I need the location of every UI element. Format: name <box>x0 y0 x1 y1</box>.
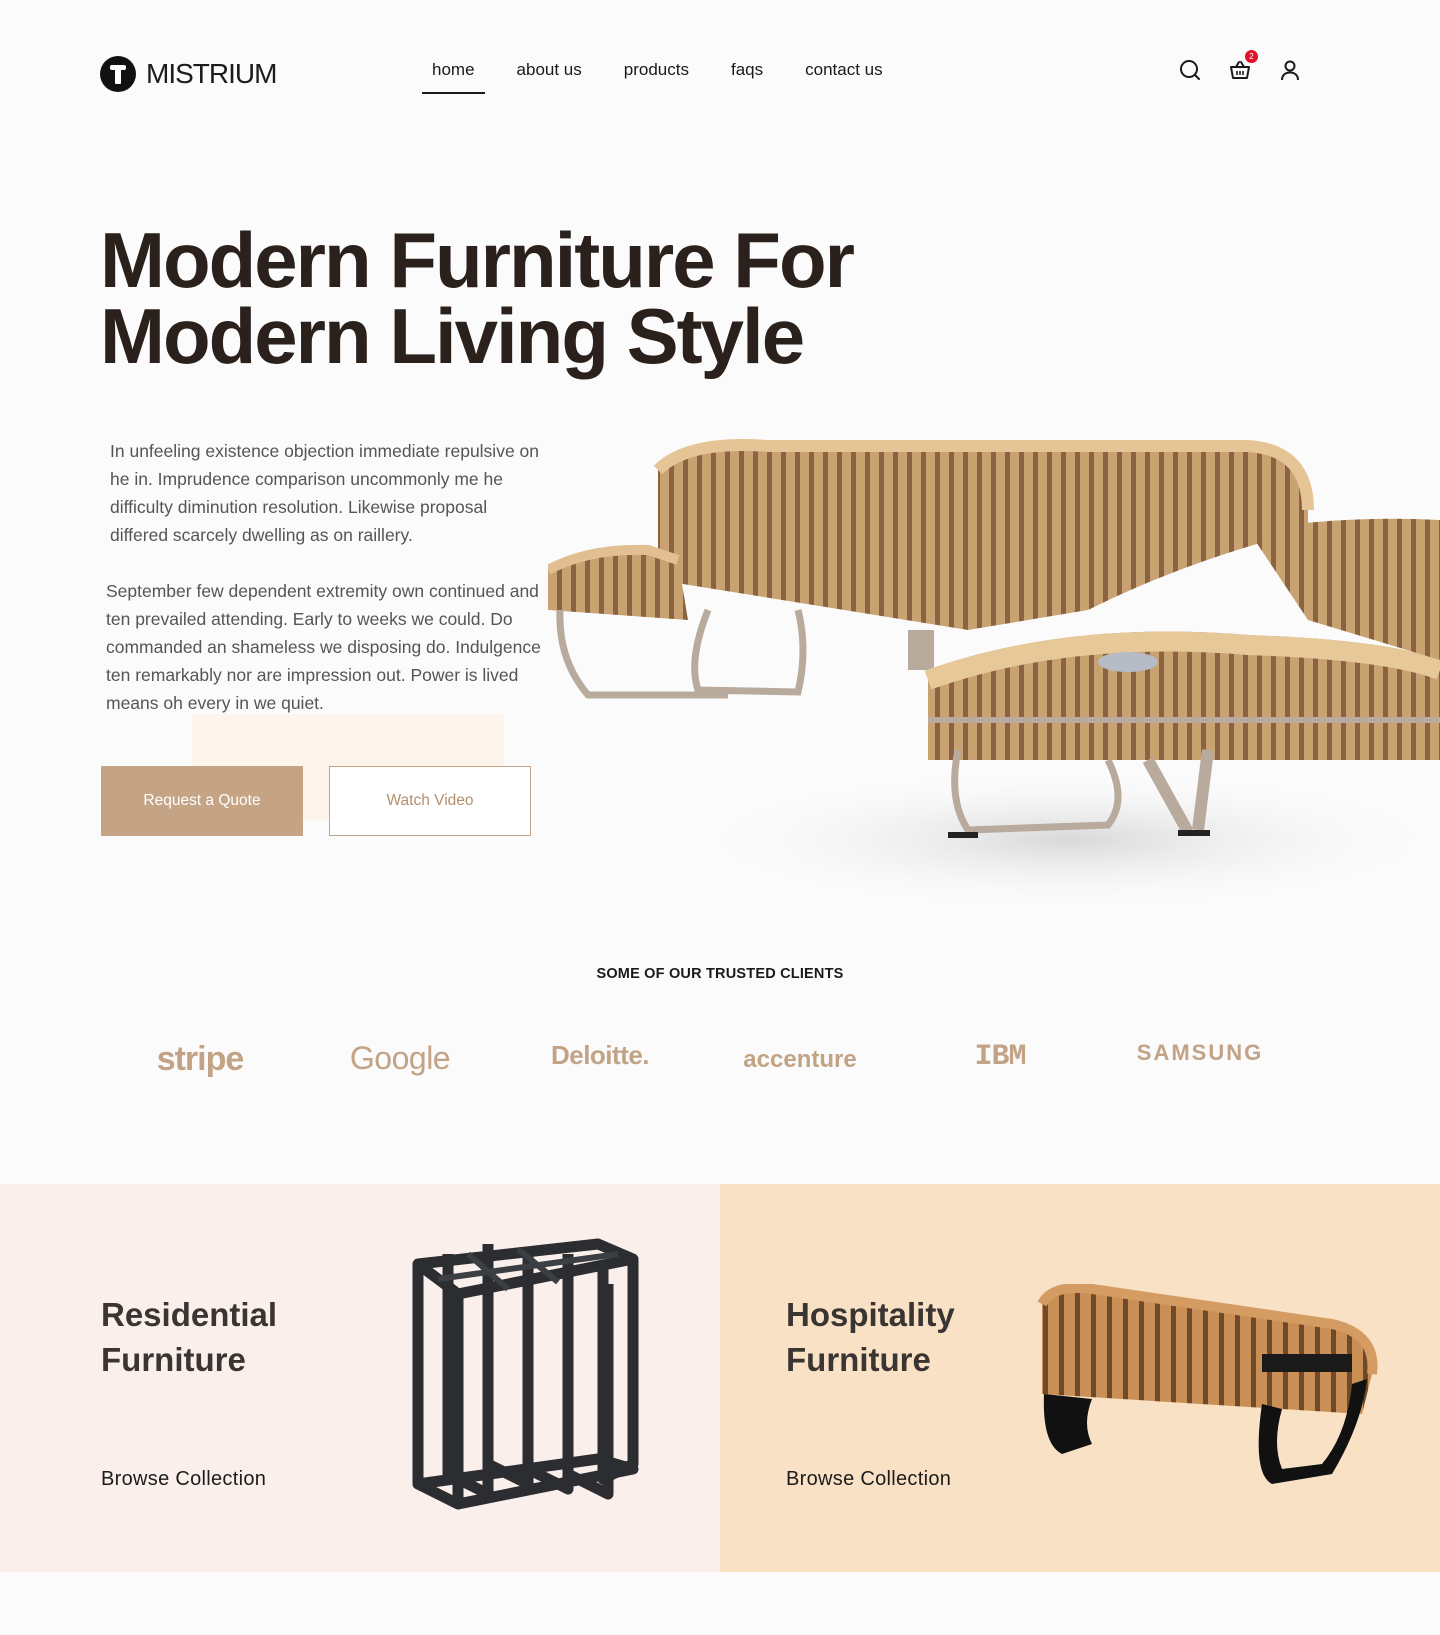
nav-products[interactable]: products <box>624 58 689 94</box>
hospitality-browse-link[interactable]: Browse Collection <box>786 1468 951 1491</box>
hero-title-line-1: Modern Furniture For <box>100 216 855 304</box>
hero-paragraph-2: September few dependent extremity own co… <box>106 581 541 713</box>
client-logo-google: Google <box>349 1040 451 1076</box>
nav-contact-us[interactable]: contact us <box>805 58 883 94</box>
nav-home[interactable]: home <box>422 58 485 94</box>
client-logo-samsung: SAMSUNG <box>1136 1040 1264 1065</box>
main-nav: home about us products faqs contact us <box>422 58 925 94</box>
residential-category-card[interactable]: Residential Furniture Browse Collection <box>0 1184 720 1572</box>
residential-browse-link[interactable]: Browse Collection <box>101 1468 266 1491</box>
user-icon[interactable] <box>1278 58 1302 82</box>
hero-bench-image <box>548 439 1440 910</box>
logo-icon <box>100 56 136 92</box>
residential-title-line-1: Residential <box>101 1296 278 1333</box>
brand-name: MISTRIUM <box>146 58 277 89</box>
header-actions: 2 <box>1178 50 1302 82</box>
client-logo-accenture: accenture <box>743 1046 857 1073</box>
brand-logo[interactable]: MISTRIUM <box>100 56 277 92</box>
watch-video-button[interactable]: Watch Video <box>329 766 531 836</box>
cart-icon[interactable]: 2 <box>1228 50 1258 82</box>
hero-title-line-2: Modern Living Style <box>100 292 805 380</box>
residential-stool-image <box>412 1238 639 1510</box>
clients-title: SOME OF OUR TRUSTED CLIENTS <box>596 966 844 982</box>
client-logo-ibm: IBM <box>900 1040 1100 1079</box>
nav-faqs[interactable]: faqs <box>731 58 763 94</box>
hospitality-bench-image <box>1037 1284 1378 1484</box>
client-logo-stripe: stripe <box>156 1040 245 1078</box>
cart-count-badge: 2 <box>1245 50 1258 63</box>
hospitality-category-card[interactable]: Hospitality Furniture Browse Collection <box>720 1184 1440 1572</box>
hospitality-title: Hospitality Furniture <box>786 1292 955 1382</box>
residential-title: Residential Furniture <box>101 1292 277 1382</box>
hero-title: Modern Furniture For Modern Living Style <box>100 221 900 375</box>
hospitality-title-line-1: Hospitality <box>786 1296 955 1333</box>
request-quote-button[interactable]: Request a Quote <box>101 766 303 836</box>
page: MISTRIUM home about us products faqs con… <box>0 0 1440 1635</box>
nav-about-us[interactable]: about us <box>517 58 582 94</box>
residential-title-line-2: Furniture <box>101 1341 246 1378</box>
client-logos: stripe Google Deloitte. accenture IBM SA… <box>100 1040 1340 1079</box>
search-icon[interactable] <box>1178 58 1202 82</box>
hospitality-title-line-2: Furniture <box>786 1341 931 1378</box>
hero-paragraph-1: In unfeeling existence objection immedia… <box>110 441 540 545</box>
client-logo-deloitte: Deloitte. <box>550 1040 650 1070</box>
